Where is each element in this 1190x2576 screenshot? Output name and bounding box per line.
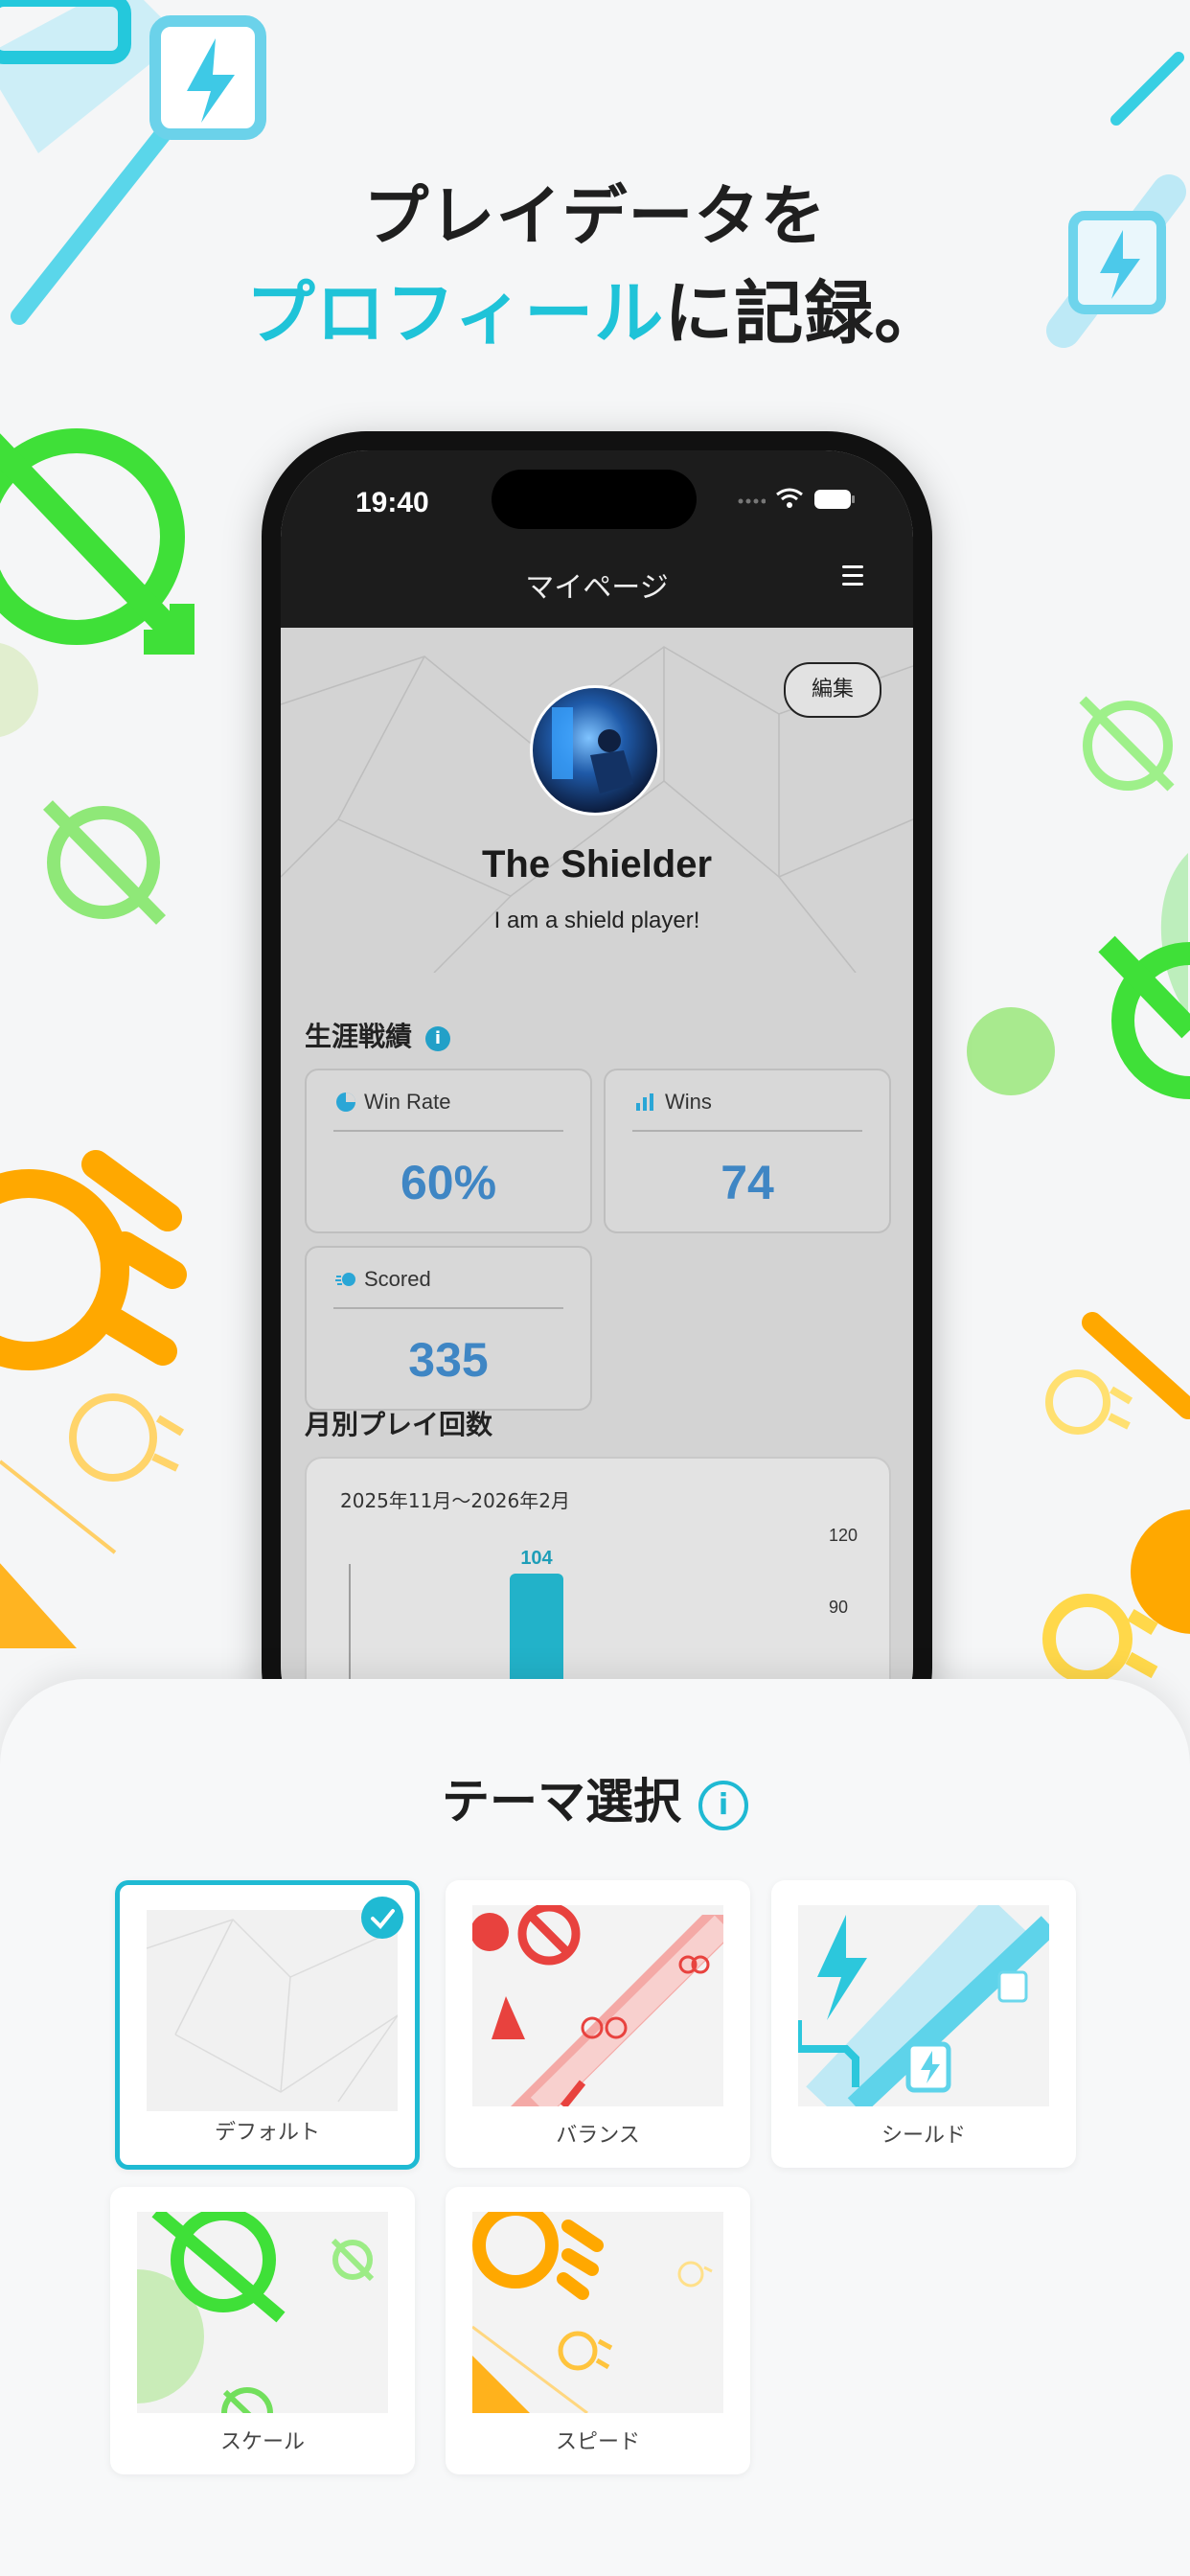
hamburger-menu-icon[interactable] (842, 565, 863, 586)
ball-icon (335, 1273, 355, 1286)
speed-ball-icon (1045, 1369, 1133, 1435)
bar-chart-icon (636, 1093, 653, 1111)
shield-ball-icon (0, 428, 195, 655)
signal-icon (738, 498, 766, 504)
theme-preview-shield (798, 1905, 1049, 2106)
shield-ball-icon (43, 800, 166, 925)
phone-mockup: 編集 The Shielder I am a shield player! 生涯… (262, 431, 932, 1773)
phone-screen: 編集 The Shielder I am a shield player! 生涯… (281, 450, 913, 1754)
nav-title: マイページ (525, 571, 669, 605)
shield-ball-icon (1098, 935, 1190, 1099)
stat-value: 60% (400, 1156, 497, 1209)
avatar[interactable] (530, 685, 660, 816)
stat-label: Win Rate (364, 1090, 451, 1114)
theme-label: シールド (881, 2124, 966, 2148)
headline-line-2: プロフィールに記録。 (0, 257, 1190, 357)
speed-ball-icon (1042, 1594, 1158, 1684)
theme-label: スピード (555, 2430, 640, 2454)
theme-preview-default (147, 1910, 398, 2111)
theme-option-shield[interactable]: シールド (771, 1880, 1076, 2168)
monthly-plays-title: 月別プレイ回数 (305, 1409, 493, 1440)
theme-label: スケール (219, 2430, 305, 2454)
nav-bar: マイページ (281, 537, 913, 628)
my-page-content: 編集 The Shielder I am a shield player! 生涯… (281, 628, 913, 1754)
theme-preview-balance (472, 1905, 723, 2106)
theme-sheet-header: テーマ選択 i (0, 1763, 1190, 1832)
theme-sheet-title: テーマ選択 (442, 1774, 681, 1829)
theme-option-speed[interactable]: スピード (446, 2187, 750, 2474)
dynamic-island (492, 470, 697, 529)
chart-date-range: 2025年11月～2026年2月 (340, 1489, 570, 1512)
status-time: 19:40 (355, 487, 429, 518)
profile-name: The Shielder (481, 843, 713, 886)
lifetime-stats-title: 生涯戦績 (305, 1021, 413, 1052)
stat-label: Wins (665, 1090, 712, 1114)
headline-line-1: プレイデータを (363, 179, 827, 255)
battery-icon (814, 490, 855, 509)
stat-value: 335 (408, 1333, 489, 1387)
headline-accent: プロフィール (245, 273, 665, 354)
pie-chart-icon (336, 1092, 355, 1112)
theme-preview-speed (472, 2212, 723, 2413)
stat-card-wins: Wins 74 (604, 1069, 891, 1233)
lightning-icon (149, 15, 266, 140)
y-tick-label: 120 (829, 1526, 858, 1545)
profile-bio: I am a shield player! (493, 908, 700, 933)
info-icon[interactable]: i (425, 1026, 451, 1051)
stat-label: Scored (364, 1267, 431, 1291)
bar-value-label: 104 (520, 1548, 553, 1569)
theme-option-scale[interactable]: スケール (110, 2187, 415, 2474)
stat-card-scored: Scored 335 (305, 1246, 592, 1411)
theme-selection-sheet: テーマ選択 i デフォルト バランス シールド スケール スピード (0, 1679, 1190, 2576)
lifetime-stats-header: 生涯戦績 i (305, 1016, 451, 1054)
wifi-icon (776, 488, 803, 508)
theme-label: デフォルト (214, 2121, 320, 2145)
shield-ball-icon (1079, 696, 1175, 792)
stat-card-win-rate: Win Rate 60% (305, 1069, 592, 1233)
theme-option-balance[interactable]: バランス (446, 1880, 750, 2168)
selected-check-icon (361, 1897, 403, 1939)
edit-profile-button[interactable]: 編集 (784, 662, 881, 718)
theme-option-default[interactable]: デフォルト (115, 1880, 420, 2170)
y-tick-label: 90 (829, 1598, 848, 1617)
headline-rest: に記録。 (664, 273, 945, 354)
theme-preview-scale (137, 2212, 388, 2413)
speed-ball-icon (0, 1150, 187, 1370)
info-icon[interactable]: i (698, 1781, 748, 1830)
speed-ball-icon (69, 1393, 185, 1482)
theme-label: バランス (556, 2124, 640, 2148)
stat-value: 74 (721, 1156, 774, 1209)
